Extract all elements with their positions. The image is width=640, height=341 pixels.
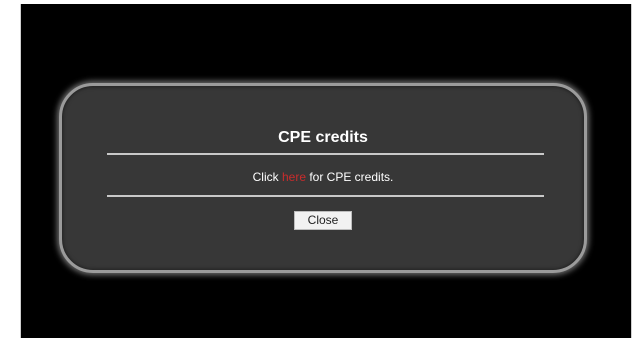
title-divider xyxy=(107,153,544,155)
close-button[interactable]: Close xyxy=(294,211,352,230)
message-prefix: Click xyxy=(252,170,282,184)
dialog-message: Click here for CPE credits. xyxy=(62,169,584,185)
message-suffix: for CPE credits. xyxy=(306,170,394,184)
cpe-credits-dialog: CPE credits Click here for CPE credits. … xyxy=(59,83,587,273)
modal-backdrop: CPE credits Click here for CPE credits. … xyxy=(20,4,632,338)
cpe-credits-link[interactable]: here xyxy=(282,170,306,184)
message-divider xyxy=(107,195,544,197)
dialog-title: CPE credits xyxy=(278,129,368,146)
